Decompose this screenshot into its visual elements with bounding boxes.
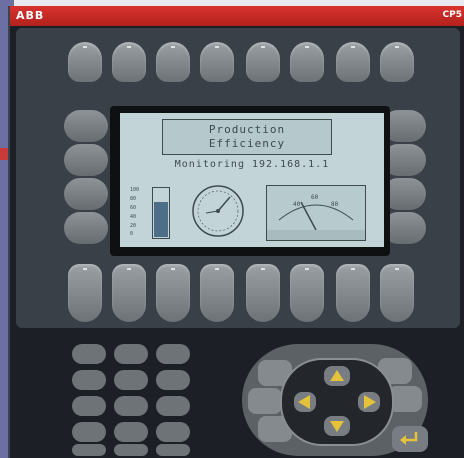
softkey-3[interactable] — [156, 264, 190, 322]
model-label: CP5 — [442, 10, 462, 20]
keypad-key[interactable] — [114, 370, 148, 390]
screen-title-box: Production Efficiency — [162, 119, 332, 155]
softkey-6[interactable] — [290, 264, 324, 322]
arrow-left-icon — [298, 395, 310, 409]
screen-subtitle: Monitoring 192.168.1.1 — [174, 159, 330, 170]
level-bar-fill — [154, 202, 168, 237]
keypad-key[interactable] — [156, 396, 190, 416]
function-key-1[interactable] — [68, 42, 102, 82]
keypad-key[interactable] — [156, 344, 190, 364]
function-key-8[interactable] — [380, 42, 414, 82]
function-key-5[interactable] — [246, 42, 280, 82]
arrow-right-icon — [364, 395, 376, 409]
keypad-key[interactable] — [114, 396, 148, 416]
softkey-5[interactable] — [246, 264, 280, 322]
operator-panel: ABB CP5 Production Efficiency Monitoring… — [8, 6, 464, 458]
function-key-6[interactable] — [290, 42, 324, 82]
analog-meter: 40 60 80 — [266, 185, 366, 241]
softkey-4[interactable] — [200, 264, 234, 322]
softkey-7[interactable] — [336, 264, 370, 322]
arrow-pad — [280, 358, 394, 446]
meter-tick-label: 80 — [331, 201, 339, 208]
softkey-1[interactable] — [68, 264, 102, 322]
abb-logo: ABB — [16, 9, 45, 22]
function-key-7[interactable] — [336, 42, 370, 82]
softkey-8[interactable] — [380, 264, 414, 322]
display-screen: Production Efficiency Monitoring 192.168… — [120, 113, 384, 247]
navigation-cluster — [242, 344, 428, 456]
keypad-key[interactable] — [156, 422, 190, 442]
side-key-left-1[interactable] — [64, 110, 108, 142]
arrow-up-button[interactable] — [324, 366, 350, 386]
round-gauge — [192, 185, 244, 237]
keypad-key[interactable] — [72, 422, 106, 442]
keypad-key[interactable] — [72, 370, 106, 390]
keypad-key[interactable] — [114, 444, 148, 456]
enter-icon — [400, 432, 418, 445]
softkey-2[interactable] — [112, 264, 146, 322]
keypad-key[interactable] — [156, 370, 190, 390]
brand-bar: ABB CP5 — [10, 6, 464, 26]
level-bar-graph — [152, 187, 170, 239]
keypad-key[interactable] — [72, 396, 106, 416]
enter-button[interactable] — [392, 426, 428, 452]
screen-title-line-1: Production — [208, 123, 286, 136]
keypad-key[interactable] — [156, 444, 190, 456]
keypad-key[interactable] — [114, 344, 148, 364]
arrow-right-button[interactable] — [358, 392, 380, 412]
arrow-down-icon — [330, 421, 344, 432]
meter-tick-label: 60 — [311, 194, 319, 201]
arrow-left-button[interactable] — [294, 392, 316, 412]
arrow-down-button[interactable] — [324, 416, 350, 436]
arrow-up-icon — [330, 370, 344, 381]
side-key-left-4[interactable] — [64, 212, 108, 244]
screen-title-line-2: Efficiency — [208, 137, 286, 150]
bar-scale: 100 80 60 40 20 0 — [130, 187, 140, 237]
nav-function-key-mid-left[interactable] — [248, 388, 282, 414]
keypad-key[interactable] — [114, 422, 148, 442]
keypad-key[interactable] — [72, 344, 106, 364]
function-key-4[interactable] — [200, 42, 234, 82]
meter-tick-label: 40 — [293, 201, 301, 208]
function-key-2[interactable] — [112, 42, 146, 82]
side-key-left-2[interactable] — [64, 144, 108, 176]
keypad-key[interactable] — [72, 444, 106, 456]
side-key-left-3[interactable] — [64, 178, 108, 210]
function-key-3[interactable] — [156, 42, 190, 82]
